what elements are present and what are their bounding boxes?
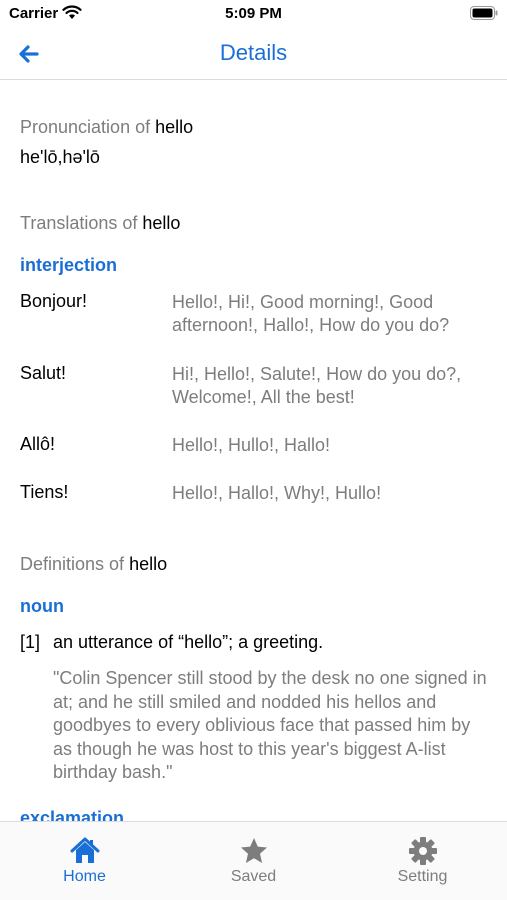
pronunciation-heading: Pronunciation of hello	[20, 117, 193, 138]
translation-meanings: Hello!, Hallo!, Why!, Hullo!	[172, 483, 382, 503]
gear-icon	[409, 837, 437, 865]
pronunciation-label: Pronunciation of	[20, 117, 151, 137]
tab-label: Home	[63, 868, 106, 885]
page-title: Details	[219, 40, 288, 65]
definitions-word: hello	[129, 554, 168, 574]
tab-setting[interactable]: Setting	[338, 822, 507, 892]
home-icon	[70, 837, 100, 863]
translations-label: Translations of	[20, 213, 138, 233]
translation-word: Salut!	[20, 363, 67, 383]
tab-label: Saved	[230, 868, 277, 885]
translation-part-of-speech: interjection	[20, 255, 118, 275]
status-bar: Carrier 5:09 PM	[0, 0, 507, 26]
definition-example: "Colin Spencer still stood by the desk n…	[53, 668, 487, 782]
translation-word: Bonjour!	[20, 291, 88, 311]
translation-meanings: Hi!, Hello!, Salute!, How do you do?, We…	[172, 364, 462, 407]
status-time: 5:09 PM	[225, 5, 282, 22]
tab-home[interactable]: Home	[0, 822, 169, 892]
tab-bar: Home Saved Setting	[0, 821, 507, 900]
pronunciation-word: hello	[155, 117, 194, 137]
definitions-heading: Definitions of hello	[20, 554, 167, 575]
definition-part-of-speech: noun	[20, 596, 64, 616]
translations-heading: Translations of hello	[20, 213, 180, 234]
battery-icon	[470, 6, 498, 20]
definition-part-of-speech: exclamation	[20, 808, 125, 821]
definitions-label: Definitions of	[20, 554, 125, 574]
tab-saved[interactable]: Saved	[169, 822, 338, 892]
navigation-bar: Details	[0, 26, 507, 80]
star-icon	[241, 838, 267, 863]
translations-word: hello	[142, 213, 181, 233]
translation-word: Tiens!	[20, 482, 69, 502]
tab-label: Setting	[397, 868, 448, 885]
translation-meanings: Hello!, Hullo!, Hallo!	[172, 435, 331, 455]
translation-word: Allô!	[20, 434, 56, 454]
definition-text: an utterance of “hello”; a greeting.	[53, 632, 324, 652]
pronunciation-text: he'lō,hə'lō	[20, 147, 100, 167]
translation-meanings: Hello!, Hi!, Good morning!, Good afterno…	[172, 292, 450, 335]
details-content[interactable]: Pronunciation of hello he'lō,hə'lō Trans…	[0, 81, 507, 821]
definition-number: [1]	[20, 632, 41, 652]
